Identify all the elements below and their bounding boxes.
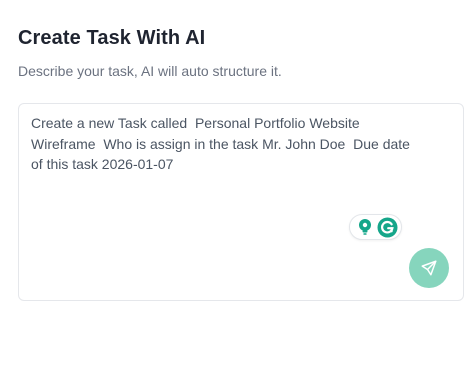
grammarly-g-icon[interactable] — [377, 217, 398, 238]
task-input-card: Create a new Task called Personal Portfo… — [18, 103, 464, 301]
grammarly-widget[interactable] — [349, 214, 402, 240]
page-subtitle: Describe your task, AI will auto structu… — [18, 63, 282, 79]
send-icon — [421, 260, 437, 276]
page-title: Create Task With AI — [18, 27, 206, 49]
task-description-input[interactable]: Create a new Task called Personal Portfo… — [31, 113, 411, 213]
send-button[interactable] — [409, 248, 449, 288]
create-task-page: Create Task With AI Describe your task, … — [0, 0, 470, 389]
lightbulb-icon[interactable] — [356, 218, 374, 236]
